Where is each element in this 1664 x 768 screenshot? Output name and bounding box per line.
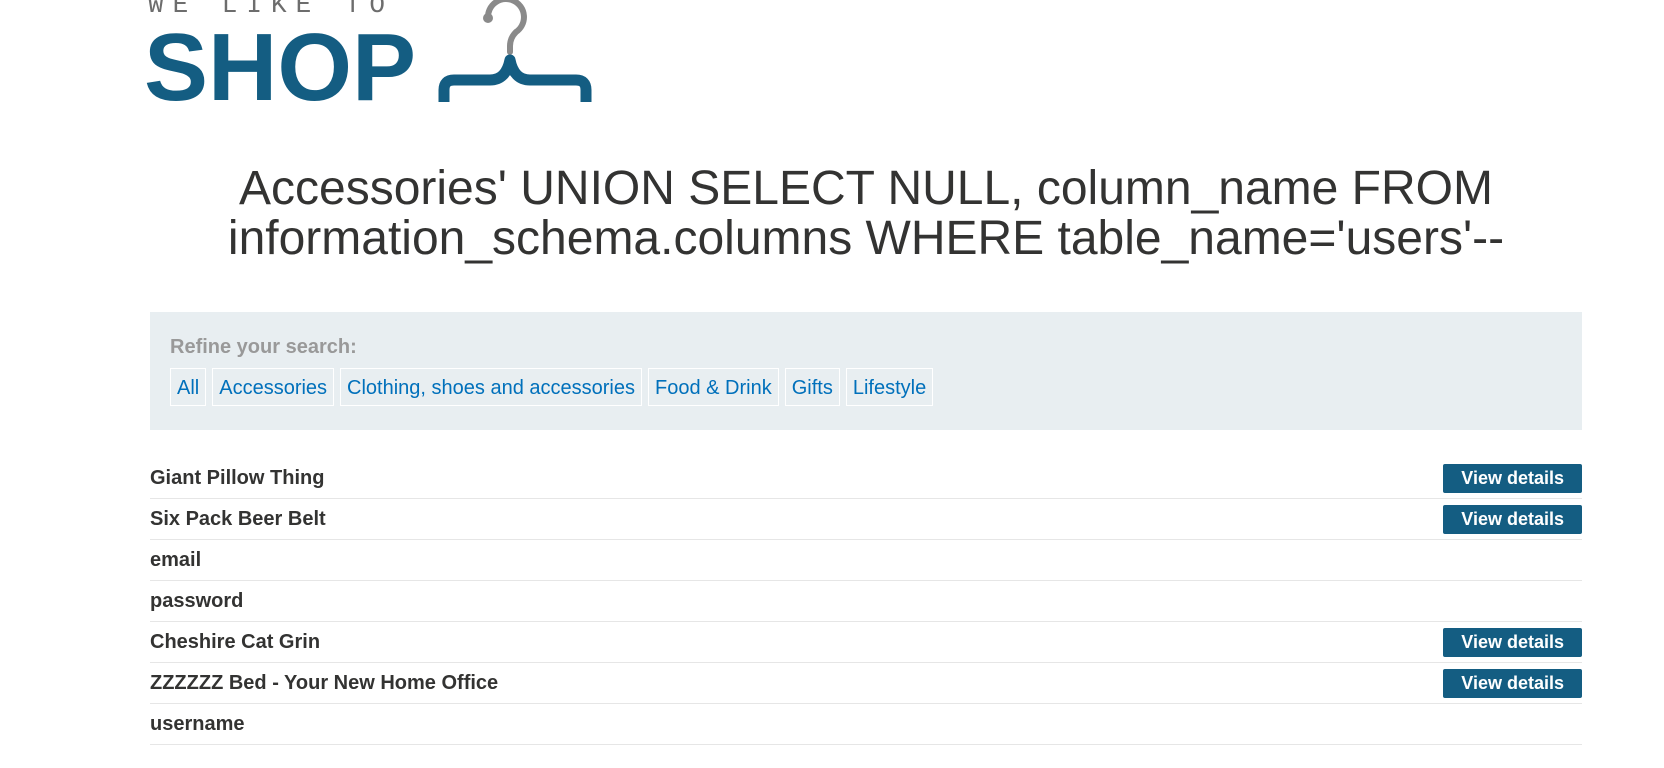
view-details-button[interactable]: View details: [1443, 504, 1582, 534]
table-row: password: [150, 581, 1582, 622]
product-name: ZZZZZZ Bed - Your New Home Office: [150, 671, 499, 694]
page-title: Accessories' UNION SELECT NULL, column_n…: [150, 164, 1582, 264]
page-title-line-2: information_schema.columns WHERE table_n…: [227, 212, 1505, 265]
product-name: password: [150, 589, 244, 612]
product-name: Giant Pillow Thing: [150, 466, 325, 489]
hanger-icon: [438, 0, 592, 102]
view-details-button[interactable]: View details: [1443, 668, 1582, 698]
page-title-line-1: Accessories' UNION SELECT NULL, column_n…: [239, 162, 1493, 215]
table-row: ZZZZZZ Bed - Your New Home Office View d…: [150, 663, 1582, 704]
filter-link-gifts[interactable]: Gifts: [784, 368, 840, 406]
product-name: Six Pack Beer Belt: [150, 507, 326, 530]
filter-link-all[interactable]: All: [170, 368, 207, 406]
shop-logo[interactable]: WE LIKE TO SHOP: [144, 0, 608, 118]
filter-link-accessories[interactable]: Accessories: [212, 368, 335, 406]
view-details-button[interactable]: View details: [1443, 463, 1582, 493]
product-list: Giant Pillow Thing View details Six Pack…: [150, 458, 1582, 745]
logo-wordmark: SHOP: [144, 14, 417, 121]
product-name: email: [150, 548, 202, 571]
table-row: email: [150, 540, 1582, 581]
table-row: Giant Pillow Thing View details: [150, 458, 1582, 499]
view-details-button[interactable]: View details: [1443, 627, 1582, 657]
filter-links: All Accessories Clothing, shoes and acce…: [170, 368, 1562, 406]
filter-link-lifestyle[interactable]: Lifestyle: [845, 368, 934, 406]
table-row: username: [150, 704, 1582, 745]
filter-panel: Refine your search: All Accessories Clot…: [150, 312, 1582, 430]
product-name: username: [150, 712, 245, 735]
filter-label: Refine your search:: [170, 336, 357, 358]
product-name: Cheshire Cat Grin: [150, 630, 321, 653]
table-row: Cheshire Cat Grin View details: [150, 622, 1582, 663]
filter-link-food-drink[interactable]: Food & Drink: [648, 368, 779, 406]
table-row: Six Pack Beer Belt View details: [150, 499, 1582, 540]
filter-link-clothing[interactable]: Clothing, shoes and accessories: [340, 368, 642, 406]
